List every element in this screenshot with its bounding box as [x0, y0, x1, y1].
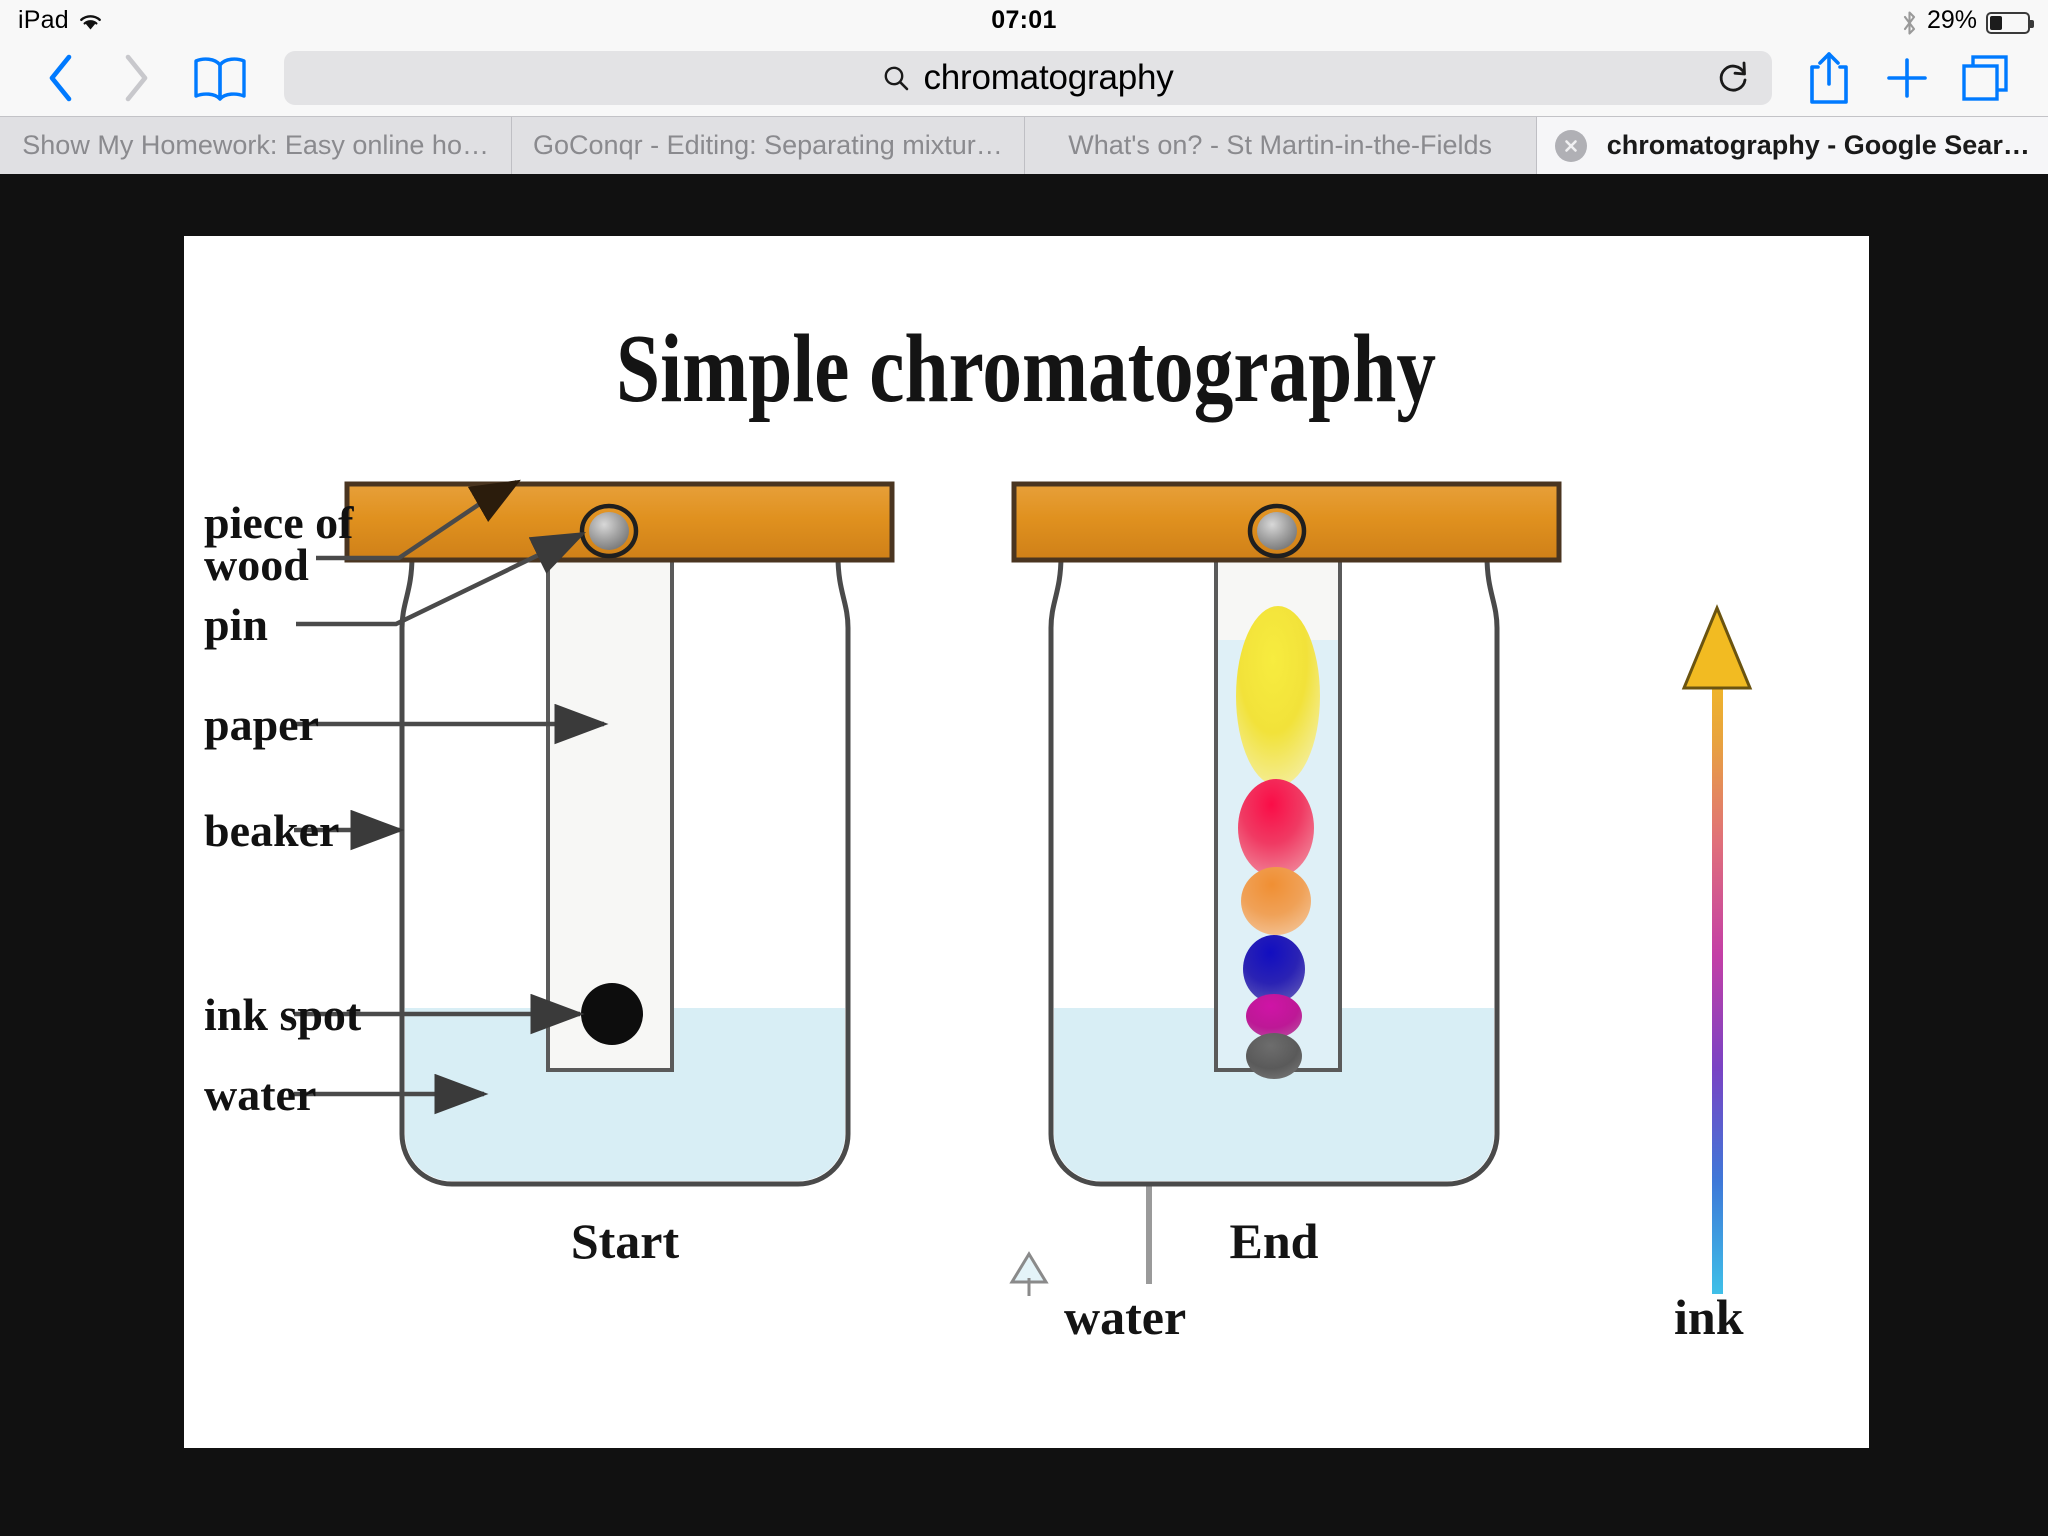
wifi-icon	[77, 11, 104, 33]
water-arrow-caption: water	[1064, 1289, 1186, 1345]
label-pin: pin	[204, 599, 268, 650]
diagram-title: Simple chromatography	[616, 315, 1436, 423]
browser-toolbar: chromatography	[0, 40, 2048, 116]
ink-arrow-caption: ink	[1674, 1289, 1744, 1345]
label-ink-spot: ink spot	[204, 989, 362, 1040]
spot-magenta	[1246, 994, 1302, 1038]
caption-end: End	[1230, 1213, 1319, 1269]
share-button[interactable]	[1790, 47, 1868, 109]
browser-tab-3[interactable]: What's on? - St Martin-in-the-Fields	[1024, 117, 1537, 174]
chromatography-diagram-image[interactable]: Simple chromatography piece of wood pin …	[184, 236, 1869, 1448]
apparatus-end	[1011, 481, 1562, 1187]
forward-button[interactable]	[98, 47, 172, 109]
tab-label: What's on? - St Martin-in-the-Fields	[1068, 130, 1493, 160]
close-icon[interactable]	[1554, 129, 1587, 162]
spot-blue	[1243, 935, 1305, 1003]
apparatus-start	[344, 481, 895, 1187]
page-content-area: Simple chromatography piece of wood pin …	[0, 174, 2048, 1520]
back-button[interactable]	[24, 47, 98, 109]
browser-tab-1[interactable]: Show My Homework: Easy online ho…	[0, 117, 513, 174]
label-beaker: beaker	[204, 805, 339, 856]
tab-strip: Show My Homework: Easy online ho… GoConq…	[0, 116, 2048, 174]
tab-label: GoConqr - Editing: Separating mixtur…	[533, 130, 1003, 160]
spot-grey	[1246, 1033, 1302, 1079]
tab-label: Show My Homework: Easy online ho…	[22, 130, 489, 160]
address-bar[interactable]: chromatography	[284, 51, 1772, 105]
pin-left	[579, 503, 639, 559]
browser-tab-4-active[interactable]: chromatography - Google Search	[1536, 117, 2048, 174]
status-bar: iPad 07:01 29%	[0, 0, 2048, 40]
new-tab-button[interactable]	[1868, 47, 1946, 109]
caption-start: Start	[571, 1213, 680, 1269]
spot-crimson	[1238, 779, 1314, 877]
browser-tab-2[interactable]: GoConqr - Editing: Separating mixtur…	[512, 117, 1025, 174]
browser-chrome: iPad 07:01 29% chromatography Show My Ho…	[0, 0, 2048, 174]
spot-orange	[1241, 867, 1311, 935]
label-paper: paper	[204, 699, 319, 750]
label-piece-of-wood-line2: wood	[204, 539, 309, 590]
label-water: water	[204, 1069, 316, 1120]
bookmarks-button[interactable]	[172, 47, 268, 109]
chromatography-diagram-svg: Simple chromatography piece of wood pin …	[204, 315, 1753, 1345]
ink-spot-left	[581, 983, 643, 1045]
reload-button[interactable]	[1716, 59, 1750, 97]
ink-separation-arrow	[1681, 604, 1753, 1294]
status-bar-right: 29%	[1901, 5, 2034, 36]
spot-yellow	[1236, 606, 1320, 786]
battery-percent-label: 29%	[1926, 5, 1977, 34]
show-tabs-button[interactable]	[1946, 47, 2024, 109]
status-bar-left: iPad	[18, 6, 104, 35]
clock: 07:01	[991, 5, 1057, 34]
search-icon	[882, 64, 910, 92]
pin-right	[1247, 503, 1307, 559]
tab-label: chromatography - Google Search	[1606, 130, 2030, 160]
url-text: chromatography	[923, 58, 1174, 97]
battery-icon	[1986, 12, 2034, 34]
bluetooth-icon	[1901, 10, 1918, 36]
carrier-label: iPad	[18, 5, 69, 34]
